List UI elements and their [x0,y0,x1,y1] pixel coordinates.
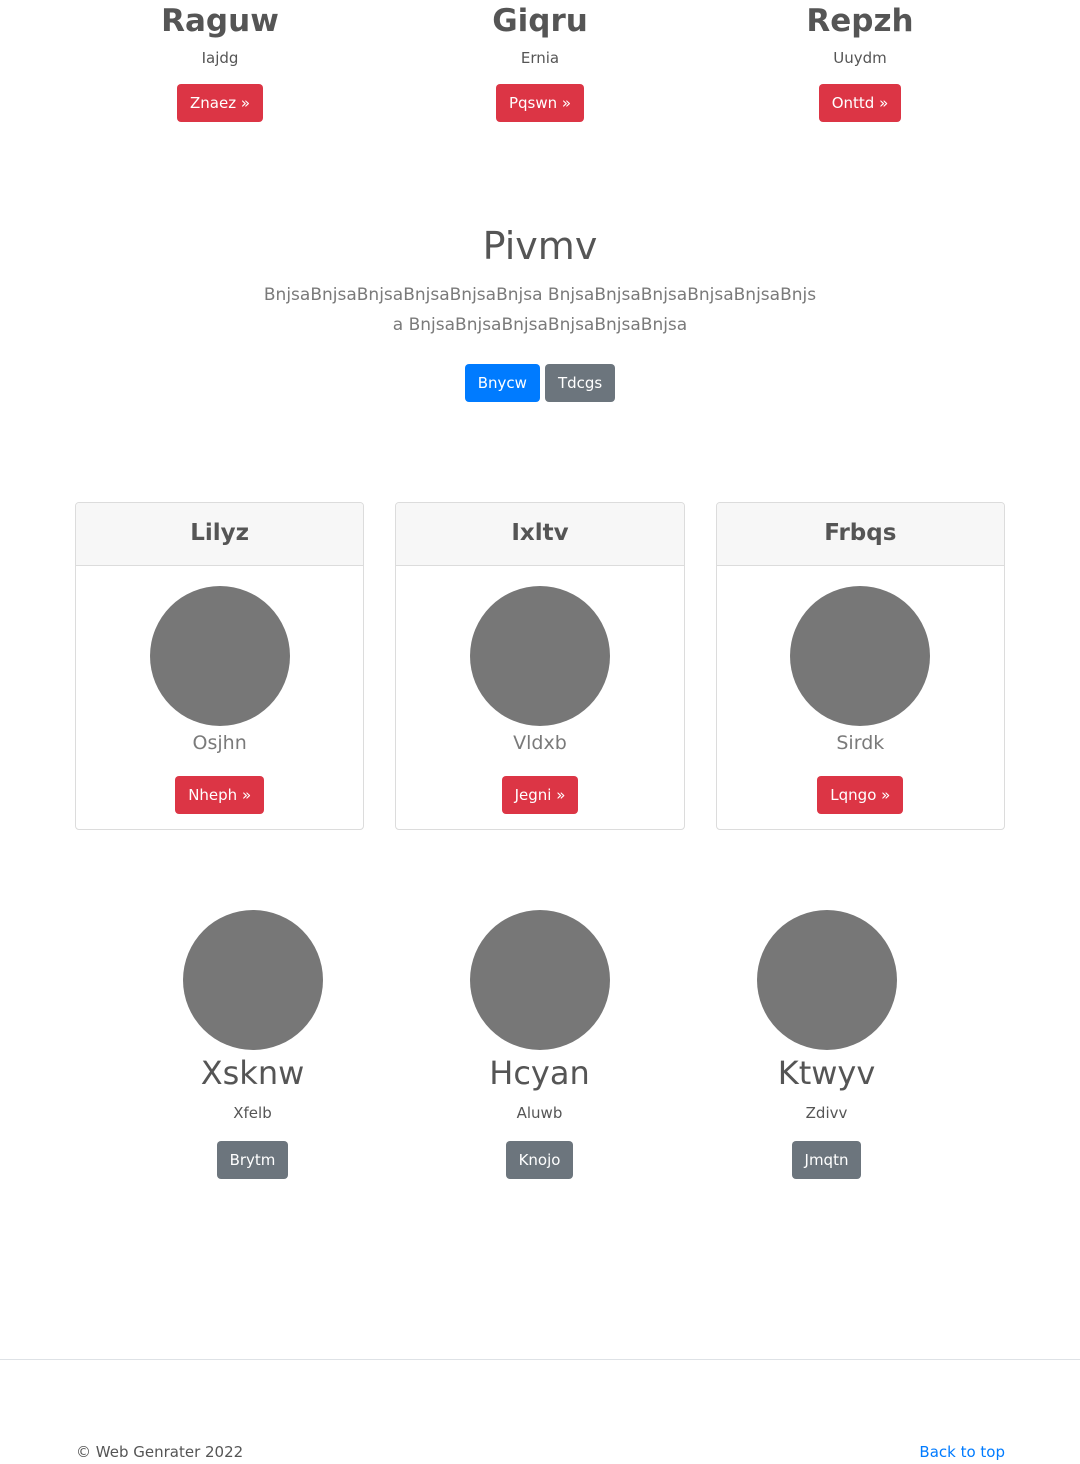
hero-section: Pivmv BnjsaBnjsaBnjsaBnjsaBnjsaBnjsa Bnj… [0,222,1080,402]
profile-button[interactable]: Brytm [216,1141,289,1179]
card-header: Ixltv [396,503,684,566]
card-button[interactable]: Nheph » [175,776,265,814]
feature-button[interactable]: Pqswn » [495,84,585,122]
profile-subtitle: Xfelb [233,1104,272,1122]
avatar [756,910,897,1050]
card: Ixltv Vldxb Jegni » [395,502,685,830]
feature-item: Giqru Ernia Pqswn » [380,0,700,122]
hero-secondary-button[interactable]: Tdcgs [544,364,616,402]
avatar [469,910,610,1050]
profile-subtitle: Aluwb [516,1104,563,1122]
card-row: Lilyz Osjhn Nheph » Ixltv Vldxb Jegni » … [75,502,1005,830]
card-name: Vldxb [513,732,567,754]
profile-name: Ktwyv [777,1054,876,1092]
hero-primary-button[interactable]: Bnycw [464,364,540,402]
feature-row: Raguw Iajdg Znaez » Giqru Ernia Pqswn » … [60,0,1020,122]
feature-subtitle: Iajdg [201,49,239,67]
card-header: Lilyz [76,503,364,566]
card: Frbqs Sirdk Lqngo » [715,502,1005,830]
avatar [149,586,290,726]
card-body: Vldxb Jegni » [396,566,683,814]
feature-title: Giqru [492,3,588,39]
card: Lilyz Osjhn Nheph » [75,502,365,830]
footer: © Web Genrater 2022 Back to top [76,1441,1005,1463]
feature-button[interactable]: Onttd » [818,84,902,122]
profile-item: Hcyan Aluwb Knojo [396,910,683,1179]
feature-subtitle: Ernia [520,49,560,67]
profile-button[interactable]: Knojo [505,1141,574,1179]
footer-divider [0,1359,1080,1360]
profile-item: Xsknw Xfelb Brytm [109,910,396,1179]
card-name: Osjhn [192,732,247,754]
card-button[interactable]: Lqngo » [817,776,904,814]
feature-item: Raguw Iajdg Znaez » [60,0,380,122]
profile-name: Xsknw [200,1054,305,1092]
avatar [790,586,931,726]
card-button[interactable]: Jegni » [501,776,579,814]
card-body: Sirdk Lqngo » [717,566,1004,814]
profile-item: Ktwyv Zdivv Jmqtn [683,910,970,1179]
profile-name: Hcyan [489,1054,590,1092]
avatar [469,586,610,726]
back-to-top-link[interactable]: Back to top [919,1441,1005,1463]
feature-title: Repzh [806,3,914,39]
card-name: Sirdk [836,732,885,754]
copyright-text: © Web Genrater 2022 [76,1443,244,1461]
hero-lead-text: BnjsaBnjsaBnjsaBnjsaBnjsaBnjsa BnjsaBnjs… [263,285,817,335]
card-body: Osjhn Nheph » [76,566,363,814]
card-header: Frbqs [716,503,1004,566]
profile-row: Xsknw Xfelb Brytm Hcyan Aluwb Knojo Ktwy… [109,910,971,1179]
hero-actions: Bnycw Tdcgs [0,364,1080,402]
profile-subtitle: Zdivv [805,1104,848,1122]
feature-button[interactable]: Znaez » [176,84,264,122]
feature-title: Raguw [161,3,279,39]
hero-title: Pivmv [482,224,598,268]
page: Raguw Iajdg Znaez » Giqru Ernia Pqswn » … [0,0,1080,1464]
feature-subtitle: Uuydm [833,49,887,67]
avatar [182,910,323,1050]
profile-button[interactable]: Jmqtn [791,1141,862,1179]
feature-item: Repzh Uuydm Onttd » [700,0,1020,122]
